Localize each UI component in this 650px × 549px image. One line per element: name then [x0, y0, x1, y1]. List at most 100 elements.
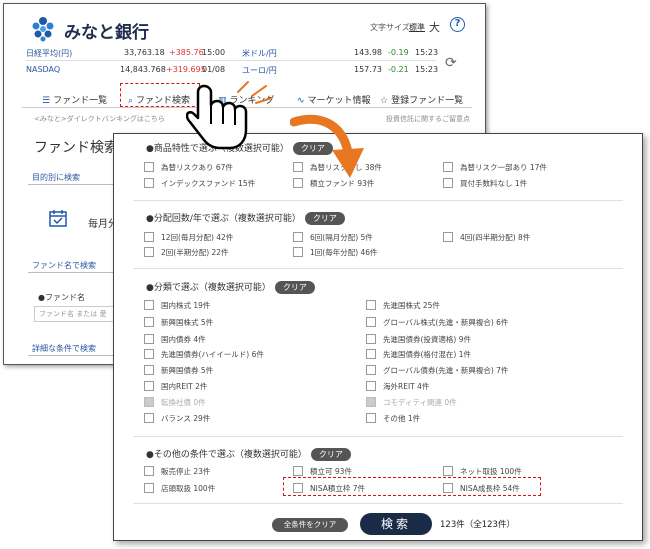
checkbox-balance[interactable]	[144, 413, 154, 423]
checkbox-fx-risk-partial[interactable]	[443, 162, 453, 172]
checkbox-other[interactable]	[366, 413, 376, 423]
market-time-eurjpy: 15:23	[415, 65, 439, 74]
option-label: ネット取扱 100件	[460, 467, 522, 476]
checkbox-6-times[interactable]	[293, 232, 303, 242]
clear-button-category[interactable]: クリア	[274, 281, 315, 294]
section-title: ●分配回数/年で選ぶ（複数選択可能）	[146, 214, 301, 224]
market-time-usdjpy: 15:23	[415, 48, 439, 57]
option-label: 2回(半期分配) 22件	[161, 248, 229, 257]
breadcrumb-link[interactable]: <みなと>ダイレクトバンキングはこちら	[34, 114, 165, 124]
tab-label: 登録ファンド一覧	[391, 96, 464, 106]
refresh-icon[interactable]: ⟳	[445, 55, 457, 71]
checkbox-index-fund[interactable]	[144, 178, 154, 188]
market-change-nikkei: +385.76	[169, 48, 204, 57]
page-title: ファンド検索	[34, 140, 118, 156]
checkbox-2-times[interactable]	[144, 247, 154, 257]
list-icon: ☰	[42, 96, 51, 106]
section-purpose-heading: 目的別に検索	[32, 173, 80, 182]
filter-section-distribution: ●分配回数/年で選ぶ（複数選択可能） クリア	[146, 211, 345, 225]
notes-link[interactable]: 投資信託に関するご留意点	[386, 114, 470, 124]
clear-button-other[interactable]: クリア	[310, 448, 351, 461]
checkbox-12-times[interactable]	[144, 232, 154, 242]
bank-logo-text[interactable]: みなと銀行	[64, 18, 149, 43]
option-label: 先進国債券(投資適格) 9件	[383, 335, 472, 344]
market-change-nasdaq: +319.695	[166, 65, 206, 74]
search-button[interactable]: 検索	[360, 513, 432, 535]
result-count: 123件（全123件）	[440, 520, 515, 530]
option-label: 転換社債 0件	[161, 398, 206, 407]
filter-section-category: ●分類で選ぶ（複数選択可能） クリア	[146, 280, 315, 294]
option-label: 6回(隔月分配) 5件	[310, 233, 373, 242]
option-label: コモディティ関連 0件	[383, 398, 457, 407]
section-divider	[133, 436, 623, 437]
option-label: 4回(四半期分配) 8件	[460, 233, 531, 242]
market-name-usdjpy[interactable]: 米ドル/円	[242, 48, 277, 59]
checkbox-domestic-reit[interactable]	[144, 381, 154, 391]
checkbox-no-purchase-fee[interactable]	[443, 178, 453, 188]
checkbox-commodity	[366, 397, 376, 407]
market-time-nasdaq: 01/08	[202, 65, 226, 74]
checkbox-accumulation-available[interactable]	[293, 466, 303, 476]
checkbox-store-available[interactable]	[144, 483, 154, 493]
option-label: 新興国債券 5件	[161, 366, 214, 375]
section-divider	[133, 503, 623, 504]
clear-button-distribution[interactable]: クリア	[304, 212, 345, 225]
checkbox-developed-bond-ig[interactable]	[366, 334, 376, 344]
market-value-nikkei: 33,763.18	[124, 48, 165, 57]
option-label: 先進国株式 25件	[383, 301, 440, 310]
filter-section-other: ●その他の条件で選ぶ（複数選択可能） クリア	[146, 447, 351, 461]
fund-name-input[interactable]: ファンド名 または 愛	[34, 306, 124, 322]
option-label: 国内株式 19件	[161, 301, 211, 310]
checkbox-emerging-equity[interactable]	[144, 317, 154, 327]
option-label: 積立可 93件	[310, 467, 352, 476]
checkbox-emerging-bond[interactable]	[144, 365, 154, 375]
option-label: 販売停止 23件	[161, 467, 211, 476]
checkbox-overseas-reit[interactable]	[366, 381, 376, 391]
option-label: グローバル債券(先進・新興複合) 7件	[383, 366, 509, 375]
checkbox-net-available[interactable]	[443, 466, 453, 476]
clear-all-button[interactable]: 全条件をクリア	[272, 518, 348, 532]
option-label: 為替リスクあり 67件	[161, 163, 233, 172]
tab-registered-funds[interactable]: ☆ 登録ファンド一覧	[380, 93, 463, 106]
checkbox-global-bond[interactable]	[366, 365, 376, 375]
checkbox-domestic-equity[interactable]	[144, 300, 154, 310]
option-label: 国内REIT 2件	[161, 382, 208, 391]
option-label: 買付手数料なし 1件	[460, 179, 528, 188]
checkbox-global-equity[interactable]	[366, 317, 376, 327]
checkbox-4-times[interactable]	[443, 232, 453, 242]
chart-icon: ∿	[297, 96, 305, 106]
checkbox-domestic-bond[interactable]	[144, 334, 154, 344]
checkbox-1-time[interactable]	[293, 247, 303, 257]
market-change-eurjpy: -0.21	[388, 65, 409, 74]
help-icon[interactable]: ?	[450, 17, 465, 32]
option-label: 国内債券 4件	[161, 335, 206, 344]
checkbox-fx-risk-yes[interactable]	[144, 162, 154, 172]
option-label: グローバル株式(先進・新興複合) 6件	[383, 318, 509, 327]
tab-label: マーケット情報	[307, 96, 371, 106]
market-name-eurjpy[interactable]: ユーロ/円	[242, 65, 277, 76]
option-label: 海外REIT 4件	[383, 382, 430, 391]
fund-name-label: ●ファンド名	[38, 293, 85, 302]
pointing-hand-icon	[186, 84, 248, 150]
option-label: バランス 29件	[161, 414, 211, 423]
market-time-nikkei: 15:00	[202, 48, 226, 57]
market-change-usdjpy: -0.19	[388, 48, 409, 57]
transition-arrow-icon	[290, 114, 364, 178]
checkbox-developed-equity[interactable]	[366, 300, 376, 310]
market-name-nikkei[interactable]: 日経平均(円)	[26, 48, 72, 59]
section-divider	[133, 268, 623, 269]
section-title: ●その他の条件で選ぶ（複数選択可能）	[146, 450, 307, 460]
checkbox-developed-bond-mixed[interactable]	[366, 349, 376, 359]
star-icon: ☆	[380, 96, 389, 106]
market-name-nasdaq[interactable]: NASDAQ	[26, 65, 60, 74]
tab-fund-list[interactable]: ☰ ファンド一覧	[42, 93, 107, 106]
tab-market-info[interactable]: ∿ マーケット情報	[297, 93, 371, 106]
font-size-large-button[interactable]: 大	[429, 19, 440, 35]
checkbox-developed-bond-hy[interactable]	[144, 349, 154, 359]
option-label: その他 1件	[383, 414, 421, 423]
checkbox-convertible-bond	[144, 397, 154, 407]
checkbox-sales-suspended[interactable]	[144, 466, 154, 476]
option-label: 12回(毎月分配) 42件	[161, 233, 234, 242]
option-label: 新興国株式 5件	[161, 318, 214, 327]
font-size-standard-button[interactable]: 標準	[409, 22, 425, 33]
